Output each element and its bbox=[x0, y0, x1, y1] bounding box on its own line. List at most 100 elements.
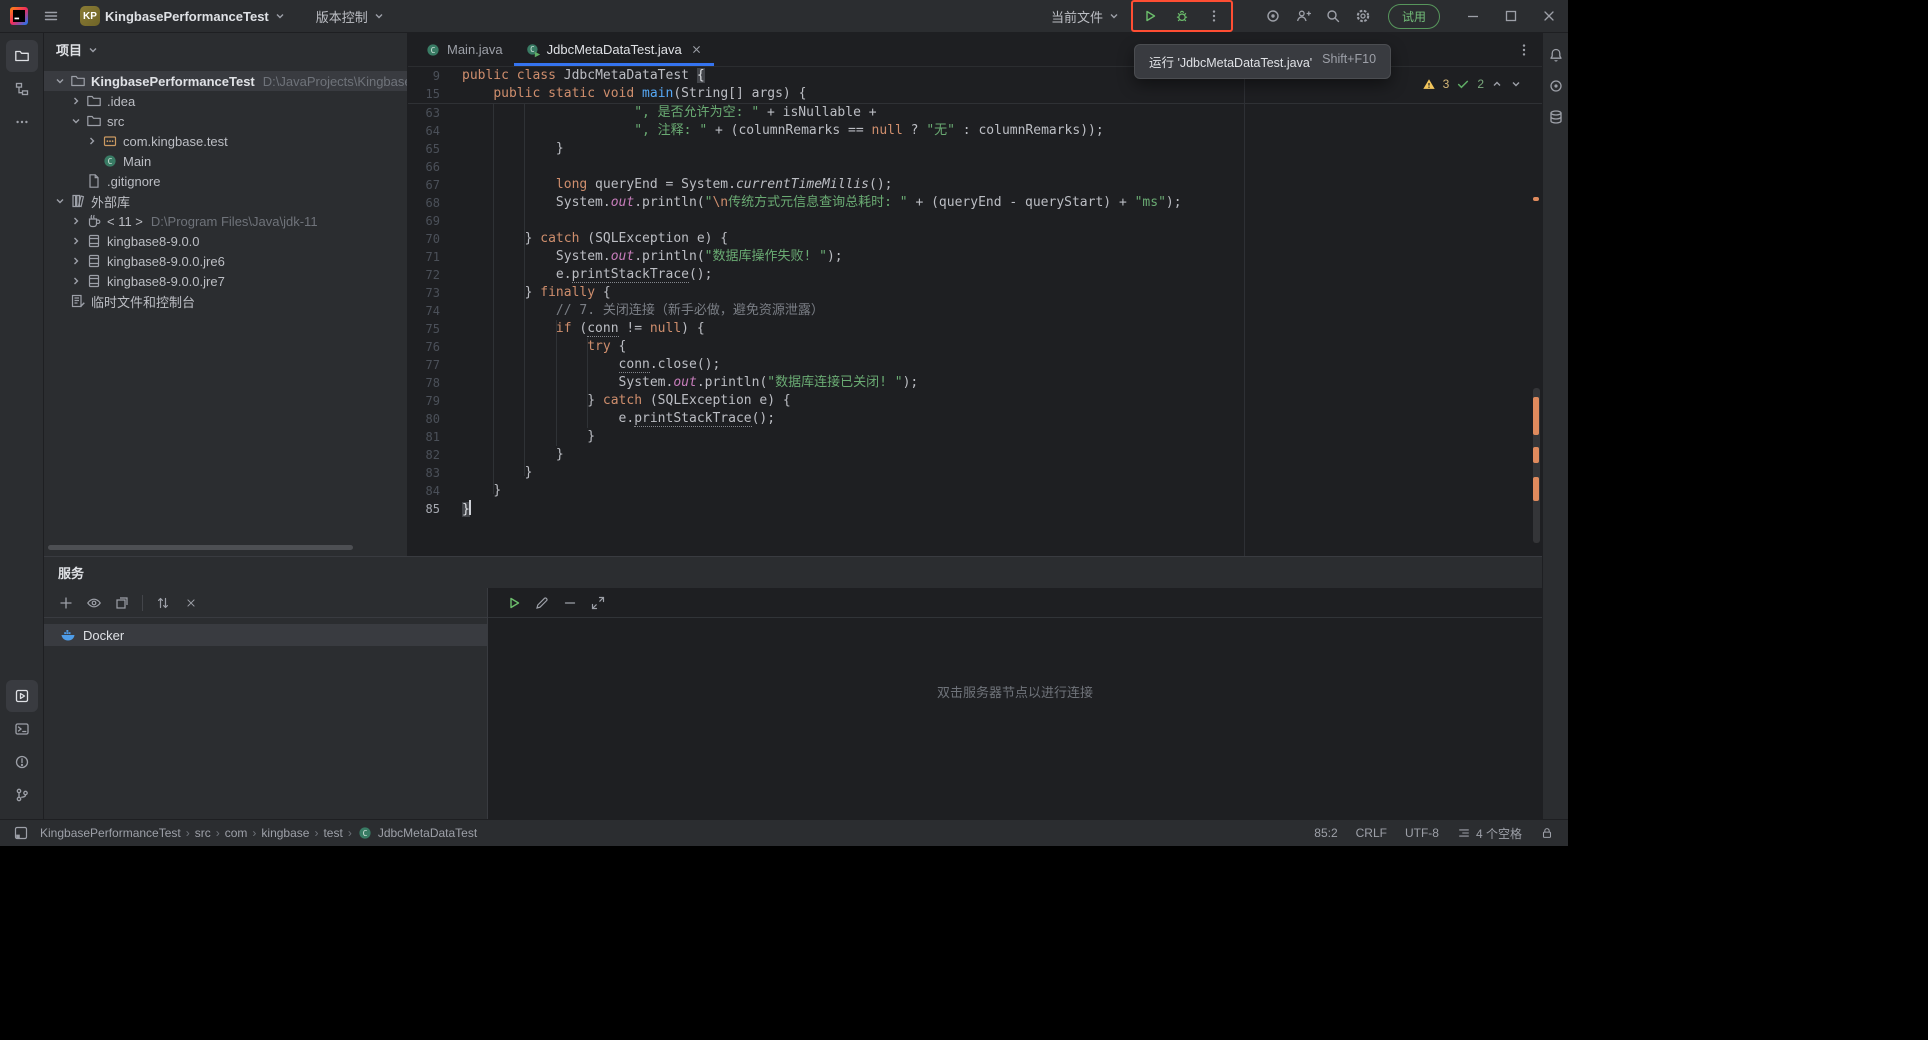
notifications-button[interactable] bbox=[1544, 40, 1568, 70]
previous-problem-button[interactable] bbox=[1491, 78, 1503, 90]
tree-item-main[interactable]: CMain bbox=[44, 151, 407, 171]
code-line-69[interactable] bbox=[462, 212, 1542, 230]
tree-item-kingbase8-9-0-0-jre7[interactable]: kingbase8-9.0.0.jre7 bbox=[44, 271, 407, 291]
tree-item-11[interactable]: < 11 >D:\Program Files\Java\jdk-11 bbox=[44, 211, 407, 231]
line-number[interactable]: 77 bbox=[408, 356, 462, 374]
run-service-button[interactable] bbox=[502, 591, 526, 615]
tab-options-button[interactable] bbox=[1516, 42, 1532, 58]
line-number[interactable]: 80 bbox=[408, 410, 462, 428]
chevron-right-icon[interactable] bbox=[68, 233, 84, 249]
code-line-83[interactable]: } bbox=[462, 464, 1542, 482]
services-panel-header[interactable]: 服务 bbox=[44, 557, 1542, 588]
tree-item-src[interactable]: src bbox=[44, 111, 407, 131]
line-number[interactable]: 82 bbox=[408, 446, 462, 464]
breadcrumb-item-jdbcmetadatatest[interactable]: JdbcMetaDataTest bbox=[378, 826, 477, 840]
line-number[interactable]: 74 bbox=[408, 302, 462, 320]
expand-view-button[interactable] bbox=[586, 591, 610, 615]
project-toolwindow-button[interactable] bbox=[6, 40, 38, 72]
code-line-80[interactable]: e.printStackTrace(); bbox=[462, 410, 1542, 428]
chevron-right-icon[interactable] bbox=[68, 213, 84, 229]
code-line-67[interactable]: long queryEnd = System.currentTimeMillis… bbox=[462, 176, 1542, 194]
line-number[interactable]: 63 bbox=[408, 104, 462, 122]
line-number[interactable]: 73 bbox=[408, 284, 462, 302]
debug-button[interactable] bbox=[1167, 2, 1197, 30]
next-problem-button[interactable] bbox=[1510, 78, 1522, 90]
line-number[interactable]: 75 bbox=[408, 320, 462, 338]
maximize-button[interactable] bbox=[1492, 0, 1530, 33]
tree-item-kingbaseperformancetest[interactable]: KingbasePerformanceTestD:\JavaProjects\K… bbox=[44, 71, 407, 91]
chevron-down-icon[interactable] bbox=[52, 193, 68, 209]
project-widget[interactable]: KP KingbasePerformanceTest bbox=[72, 2, 294, 30]
close-button[interactable] bbox=[1530, 0, 1568, 33]
tree-item-item-11[interactable]: 临时文件和控制台 bbox=[44, 291, 407, 311]
line-number[interactable]: 66 bbox=[408, 158, 462, 176]
horizontal-scrollbar[interactable] bbox=[48, 545, 353, 550]
service-item-docker[interactable]: Docker bbox=[44, 624, 487, 646]
line-number[interactable]: 85 bbox=[408, 500, 462, 518]
line-number[interactable]: 83 bbox=[408, 464, 462, 482]
tab-main-java[interactable]: CMain.java bbox=[414, 33, 514, 66]
expand-all-button[interactable] bbox=[151, 591, 175, 615]
code-line-82[interactable]: } bbox=[462, 446, 1542, 464]
line-number[interactable]: 71 bbox=[408, 248, 462, 266]
code-line-71[interactable]: System.out.println("数据库操作失败! "); bbox=[462, 248, 1542, 266]
inspections-widget[interactable]: 3 2 bbox=[1422, 77, 1522, 91]
chevron-right-icon[interactable] bbox=[68, 253, 84, 269]
chevron-right-icon[interactable] bbox=[68, 93, 84, 109]
search-everywhere-button[interactable] bbox=[1318, 2, 1348, 30]
terminal-toolwindow-button[interactable] bbox=[6, 713, 38, 745]
project-panel-header[interactable]: 项目 bbox=[44, 33, 407, 66]
tree-item-item-6[interactable]: 外部库 bbox=[44, 191, 407, 211]
code-area[interactable]: 6364656667686970717273747576777879808182… bbox=[408, 104, 1542, 556]
tree-item-kingbase8-9-0-0-jre6[interactable]: kingbase8-9.0.0.jre6 bbox=[44, 251, 407, 271]
line-number[interactable]: 81 bbox=[408, 428, 462, 446]
breadcrumb-item-kingbase[interactable]: kingbase bbox=[261, 826, 309, 840]
line-number[interactable]: 70 bbox=[408, 230, 462, 248]
remove-service-button[interactable] bbox=[558, 591, 582, 615]
write-access-toggle[interactable] bbox=[1540, 826, 1554, 840]
chevron-right-icon[interactable] bbox=[68, 273, 84, 289]
ai-assistant-toolwindow-button[interactable] bbox=[1544, 71, 1568, 101]
tree-item-idea[interactable]: .idea bbox=[44, 91, 407, 111]
file-encoding[interactable]: UTF-8 bbox=[1405, 826, 1439, 840]
trial-badge[interactable]: 试用 bbox=[1388, 4, 1440, 29]
tree-item-gitignore[interactable]: .gitignore bbox=[44, 171, 407, 191]
toolwindow-layout-button[interactable] bbox=[10, 822, 32, 844]
code-line-85[interactable]: } bbox=[462, 500, 1542, 518]
line-separator[interactable]: CRLF bbox=[1356, 826, 1387, 840]
tree-item-com-kingbase-test[interactable]: com.kingbase.test bbox=[44, 131, 407, 151]
git-toolwindow-button[interactable] bbox=[6, 779, 38, 811]
code-line-68[interactable]: System.out.println("\n传统方式元信息查询总耗时: " + … bbox=[462, 194, 1542, 212]
line-number[interactable]: 79 bbox=[408, 392, 462, 410]
breadcrumb-item-test[interactable]: test bbox=[323, 826, 342, 840]
vcs-widget[interactable]: 版本控制 bbox=[308, 2, 393, 30]
line-number[interactable]: 9 bbox=[408, 67, 462, 85]
code-line-65[interactable]: } bbox=[462, 140, 1542, 158]
main-menu-button[interactable] bbox=[36, 2, 66, 30]
line-number[interactable]: 67 bbox=[408, 176, 462, 194]
breadcrumb-item-src[interactable]: src bbox=[195, 826, 211, 840]
code-line-75[interactable]: if (conn != null) { bbox=[462, 320, 1542, 338]
line-number[interactable]: 64 bbox=[408, 122, 462, 140]
indent-setting[interactable]: 4 个空格 bbox=[1457, 825, 1522, 842]
code-line-70[interactable]: } catch (SQLException e) { bbox=[462, 230, 1542, 248]
breadcrumb-item-kingbaseperformancetest[interactable]: KingbasePerformanceTest bbox=[40, 826, 181, 840]
more-actions-button[interactable] bbox=[1199, 2, 1229, 30]
code-line-79[interactable]: } catch (SQLException e) { bbox=[462, 392, 1542, 410]
tree-item-kingbase8-9-0-0[interactable]: kingbase8-9.0.0 bbox=[44, 231, 407, 251]
line-number[interactable]: 78 bbox=[408, 374, 462, 392]
code-with-me-button[interactable] bbox=[1288, 2, 1318, 30]
breadcrumb-item-com[interactable]: com bbox=[225, 826, 248, 840]
open-in-new-tab-button[interactable] bbox=[110, 591, 134, 615]
tab-jdbcmetadatatest-java[interactable]: CJdbcMetaDataTest.java bbox=[514, 33, 714, 66]
line-number[interactable]: 69 bbox=[408, 212, 462, 230]
code-line-72[interactable]: e.printStackTrace(); bbox=[462, 266, 1542, 284]
code-line-74[interactable]: // 7. 关闭连接（新手必做，避免资源泄露） bbox=[462, 302, 1542, 320]
show-services-button[interactable] bbox=[82, 591, 106, 615]
add-service-button[interactable] bbox=[54, 591, 78, 615]
run-button[interactable] bbox=[1135, 2, 1165, 30]
database-toolwindow-button[interactable] bbox=[1544, 102, 1568, 132]
caret-position[interactable]: 85:2 bbox=[1314, 826, 1337, 840]
code-line-77[interactable]: conn.close(); bbox=[462, 356, 1542, 374]
code-line-78[interactable]: System.out.println("数据库连接已关闭! "); bbox=[462, 374, 1542, 392]
